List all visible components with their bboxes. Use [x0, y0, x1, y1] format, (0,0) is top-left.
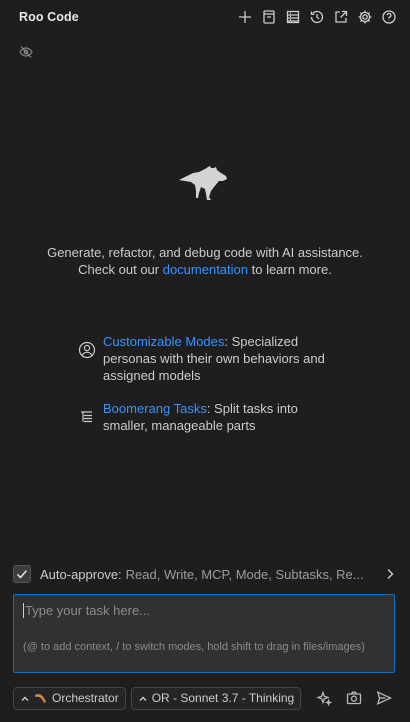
user-circle-icon: [78, 341, 96, 359]
prompts-button[interactable]: [260, 8, 278, 26]
chevron-up-icon: [20, 693, 30, 703]
sparkle-icon: [316, 690, 332, 706]
welcome-line-2: Check out our documentation to learn mor…: [40, 261, 370, 278]
feature-text: Boomerang Tasks: Split tasks into smalle…: [103, 400, 338, 434]
list-tree-icon: [78, 408, 96, 426]
checkmark-icon: [16, 569, 28, 579]
mode-selector[interactable]: Orchestrator: [13, 686, 126, 710]
auto-approve-list: Read, Write, MCP, Mode, Subtasks, Re...: [125, 566, 364, 582]
boomerang-tasks-link[interactable]: Boomerang Tasks: [103, 401, 207, 416]
task-input-placeholder: Type your task here...: [25, 603, 151, 618]
welcome-line-1: Generate, refactor, and debug code with …: [47, 245, 363, 260]
popout-icon: [335, 10, 348, 23]
settings-button[interactable]: [356, 8, 374, 26]
kangaroo-logo: [177, 165, 229, 201]
mode-label: Orchestrator: [52, 691, 119, 705]
camera-icon: [346, 691, 362, 705]
documentation-link[interactable]: documentation: [163, 262, 248, 277]
task-input[interactable]: Type your task here... (@ to add context…: [13, 594, 395, 673]
feature-text: Customizable Modes: Specialized personas…: [103, 333, 338, 384]
notebook-icon: [263, 10, 275, 24]
app-title: Roo Code: [19, 10, 79, 24]
auto-approve-checkbox[interactable]: [13, 565, 31, 583]
plus-icon: [239, 11, 251, 23]
chevron-right-icon[interactable]: [383, 567, 397, 581]
task-input-placeholder-row: Type your task here...: [23, 603, 150, 618]
history-icon: [310, 10, 324, 24]
customizable-modes-link[interactable]: Customizable Modes: [103, 334, 224, 349]
eye-off-icon: [19, 46, 33, 58]
feature-customizable-modes: Customizable Modes: Specialized personas…: [78, 333, 338, 384]
help-icon: [382, 10, 396, 24]
server-icon: [286, 10, 300, 24]
text-caret: [23, 603, 24, 618]
model-selector[interactable]: OR - Sonnet 3.7 - Thinking: [130, 686, 302, 710]
hide-welcome-toggle[interactable]: [19, 45, 35, 61]
welcome-text: Generate, refactor, and debug code with …: [40, 244, 370, 278]
new-task-button[interactable]: [236, 8, 254, 26]
feature-boomerang-tasks: Boomerang Tasks: Split tasks into smalle…: [78, 400, 338, 434]
help-button[interactable]: [380, 8, 398, 26]
welcome-line-2-prefix: Check out our: [78, 262, 163, 277]
bottom-toolbar: Orchestrator OR - Sonnet 3.7 - Thinking: [13, 686, 397, 710]
welcome-line-2-suffix: to learn more.: [248, 262, 332, 277]
add-image-button[interactable]: [345, 689, 363, 707]
popout-button[interactable]: [332, 8, 350, 26]
input-actions: [315, 689, 397, 707]
header: Roo Code: [0, 0, 410, 34]
chevron-up-icon: [138, 693, 148, 703]
send-icon: [376, 691, 392, 705]
history-button[interactable]: [308, 8, 326, 26]
send-button[interactable]: [375, 689, 393, 707]
mcp-servers-button[interactable]: [284, 8, 302, 26]
task-input-hint: (@ to add context, / to switch modes, ho…: [23, 641, 365, 653]
auto-approve-row[interactable]: Auto-approve: Read, Write, MCP, Mode, Su…: [13, 564, 397, 584]
auto-approve-label: Auto-approve:: [40, 566, 122, 582]
header-actions: [236, 8, 398, 26]
gear-icon: [358, 10, 372, 24]
boomerang-icon: [34, 692, 48, 704]
model-label: OR - Sonnet 3.7 - Thinking: [151, 691, 295, 705]
enhance-prompt-button[interactable]: [315, 689, 333, 707]
